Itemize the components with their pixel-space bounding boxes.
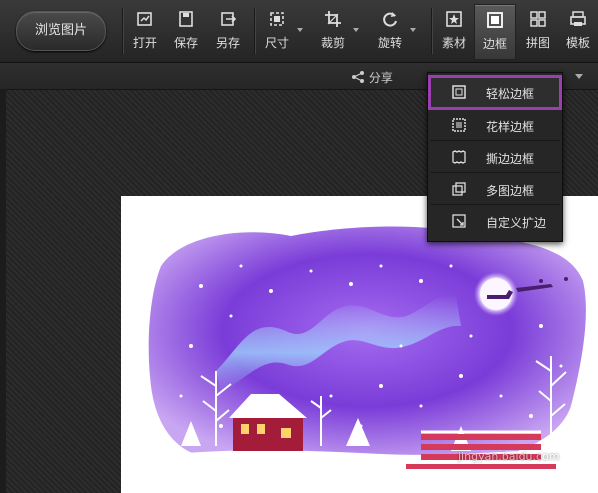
resize-icon (270, 12, 284, 26)
toolbar-divider (431, 8, 432, 54)
save-as-icon (221, 12, 237, 26)
collage-label: 拼图 (525, 36, 550, 50)
open-button[interactable]: 打开 (125, 10, 165, 56)
border-label: 边框 (482, 37, 507, 51)
browse-images-button[interactable]: 浏览图片 (16, 11, 106, 51)
rotate-button[interactable]: 旋转 (370, 10, 416, 56)
rotate-dropdown-arrow-icon[interactable] (410, 28, 416, 32)
share-label: 分享 (368, 71, 393, 85)
watermark-text: jingyan.baidu.com (458, 450, 560, 463)
multi-image-border-icon (452, 182, 466, 196)
collage-icon (530, 11, 546, 27)
resize-dropdown-arrow-icon[interactable] (297, 28, 303, 32)
menu-item-multi-image-border[interactable]: 多图边框 (430, 174, 560, 205)
border-dropdown-menu: 轻松边框 花样边框 撕边边框 多图边框 自定义扩边 (427, 72, 563, 242)
menu-item-label: 自定义扩边 (486, 216, 547, 230)
custom-expand-icon (452, 214, 466, 228)
material-button[interactable]: 素材 (434, 10, 474, 56)
crop-icon (325, 11, 341, 27)
crop-button[interactable]: 裁剪 (313, 10, 359, 56)
toolbar-divider (254, 8, 255, 54)
pattern-border-icon (452, 118, 466, 132)
menu-item-simple-border[interactable]: 轻松边框 (428, 75, 562, 110)
resize-label: 尺寸 (264, 36, 289, 50)
toolbar-divider (122, 8, 123, 54)
open-label: 打开 (132, 36, 157, 50)
menu-item-label: 撕边边框 (486, 152, 535, 166)
share-icon (352, 71, 364, 83)
material-icon (446, 11, 462, 27)
border-button[interactable]: 边框 (474, 4, 516, 60)
save-icon (179, 11, 193, 27)
share-button[interactable]: 分享 (351, 69, 393, 86)
simple-border-icon (452, 85, 466, 99)
menu-item-torn-border[interactable]: 撕边边框 (430, 142, 560, 173)
save-label: 保存 (173, 36, 198, 50)
crop-dropdown-arrow-icon[interactable] (353, 28, 359, 32)
save-as-label: 另存 (215, 36, 240, 50)
menu-item-label: 花样边框 (486, 120, 535, 134)
material-label: 素材 (441, 36, 466, 50)
menu-item-label: 轻松边框 (486, 87, 535, 101)
border-icon (487, 12, 503, 28)
main-toolbar: 浏览图片 打开 保存 另存 尺寸 裁剪 旋转 素材 边框 拼图 模板 (0, 0, 598, 63)
menu-item-pattern-border[interactable]: 花样边框 (430, 110, 560, 141)
rotate-label: 旋转 (377, 36, 402, 50)
template-label: 模板 (565, 36, 590, 50)
resize-button[interactable]: 尺寸 (257, 10, 303, 56)
template-button[interactable]: 模板 (558, 10, 598, 56)
menu-item-custom-expand[interactable]: 自定义扩边 (430, 206, 560, 236)
collage-button[interactable]: 拼图 (518, 10, 558, 56)
menu-item-label: 多图边框 (486, 184, 535, 198)
save-as-button[interactable]: 另存 (208, 10, 248, 56)
torn-border-icon (452, 150, 466, 164)
left-panel-edge (0, 89, 6, 493)
template-icon (570, 11, 586, 26)
more-options-arrow-icon[interactable] (575, 74, 583, 79)
save-button[interactable]: 保存 (166, 10, 206, 56)
rotate-icon (383, 12, 397, 27)
crop-label: 裁剪 (320, 36, 345, 50)
open-icon (137, 12, 152, 26)
